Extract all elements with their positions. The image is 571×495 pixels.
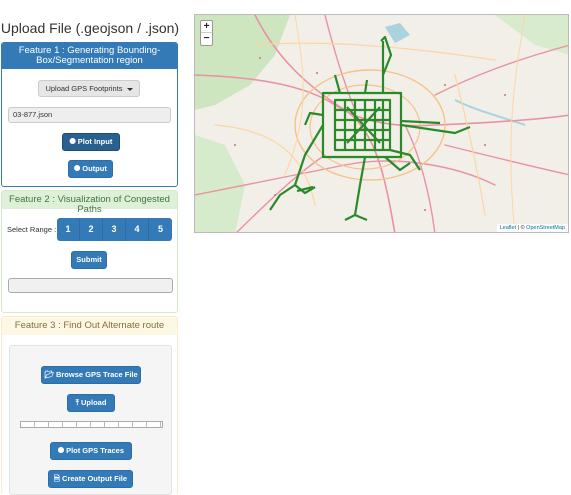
map-green-area — [195, 135, 245, 232]
feature1-heading: Feature 1 : Generating Bounding-Box/Segm… — [2, 43, 177, 69]
feature2-heading: Feature 2 : Visualization of Congested P… — [2, 191, 177, 215]
range-button-group: 1 2 3 4 5 — [57, 218, 172, 241]
output-button[interactable]: ⯃ Output — [68, 160, 113, 178]
create-output-file-button[interactable]: 🗎 Create Output File — [48, 470, 133, 488]
map-canvas — [195, 15, 568, 232]
map-place-markers — [234, 57, 506, 211]
congestion-progress-bar — [8, 278, 173, 293]
upload-gps-dropdown-label: Upload GPS Footprints — [45, 84, 123, 93]
openstreetmap-link[interactable]: OpenStreetMap — [526, 225, 565, 231]
submit-button[interactable]: Submit — [71, 251, 107, 269]
map-view[interactable]: + − Leaflet | © OpenStreetMap — [194, 14, 569, 233]
feature3-heading: Feature 3 : Find Out Alternate route — [2, 317, 177, 335]
upload-gps-dropdown[interactable]: Upload GPS Footprints — [38, 80, 140, 97]
plot-input-label: Plot Input — [77, 137, 113, 146]
select-range-label: Select Range : — [7, 225, 57, 234]
folder-open-icon: 📂︎ — [44, 370, 54, 379]
output-label: Output — [82, 164, 107, 173]
map-marker-icon: ⯃ — [74, 164, 81, 173]
leaflet-link[interactable]: Leaflet — [500, 225, 517, 231]
zoom-out-button[interactable]: − — [201, 33, 212, 45]
create-output-file-label: Create Output File — [62, 474, 128, 483]
range-button-1[interactable]: 1 — [57, 218, 80, 241]
plot-input-button[interactable]: ⯃ Plot Input — [62, 133, 120, 151]
map-attribution: Leaflet | © OpenStreetMap — [496, 224, 568, 232]
feature3-well: 📂︎ Browse GPS Trace File ⤒ Upload ⯃ Plot… — [9, 345, 172, 495]
map-marker-icon: ⯃ — [57, 446, 64, 455]
map-water — [385, 23, 410, 43]
range-button-5[interactable]: 5 — [149, 218, 172, 241]
plot-gps-traces-button[interactable]: ⯃ Plot GPS Traces — [50, 442, 132, 460]
file-name-field[interactable]: 03-877.json — [8, 107, 171, 123]
upload-title: Upload File (.geojson / .json) — [0, 20, 180, 36]
zoom-in-button[interactable]: + — [201, 21, 212, 33]
feature2-panel: Feature 2 : Visualization of Congested P… — [1, 190, 178, 313]
range-button-4[interactable]: 4 — [126, 218, 149, 241]
feature1-panel: Feature 1 : Generating Bounding-Box/Segm… — [1, 42, 178, 187]
browse-gps-trace-button[interactable]: 📂︎ Browse GPS Trace File — [41, 366, 141, 384]
upload-label: Upload — [81, 398, 107, 407]
attribution-separator: | © — [516, 225, 527, 231]
upload-progress-bar — [20, 421, 163, 428]
zoom-control: + − — [200, 20, 213, 46]
plot-gps-traces-label: Plot GPS Traces — [66, 446, 125, 455]
caret-down-icon — [126, 87, 133, 91]
gps-trace-network — [269, 35, 471, 222]
range-button-3[interactable]: 3 — [103, 218, 126, 241]
upload-icon: ⤒ — [75, 398, 79, 407]
file-icon: 🗎 — [53, 474, 60, 483]
range-button-2[interactable]: 2 — [80, 218, 103, 241]
map-marker-icon: ⯃ — [69, 137, 76, 146]
browse-gps-trace-label: Browse GPS Trace File — [55, 370, 138, 379]
feature3-panel: Feature 3 : Find Out Alternate route 📂︎ … — [1, 316, 178, 495]
left-panel: Upload File (.geojson / .json) Feature 1… — [0, 0, 180, 495]
upload-button[interactable]: ⤒ Upload — [67, 394, 115, 412]
